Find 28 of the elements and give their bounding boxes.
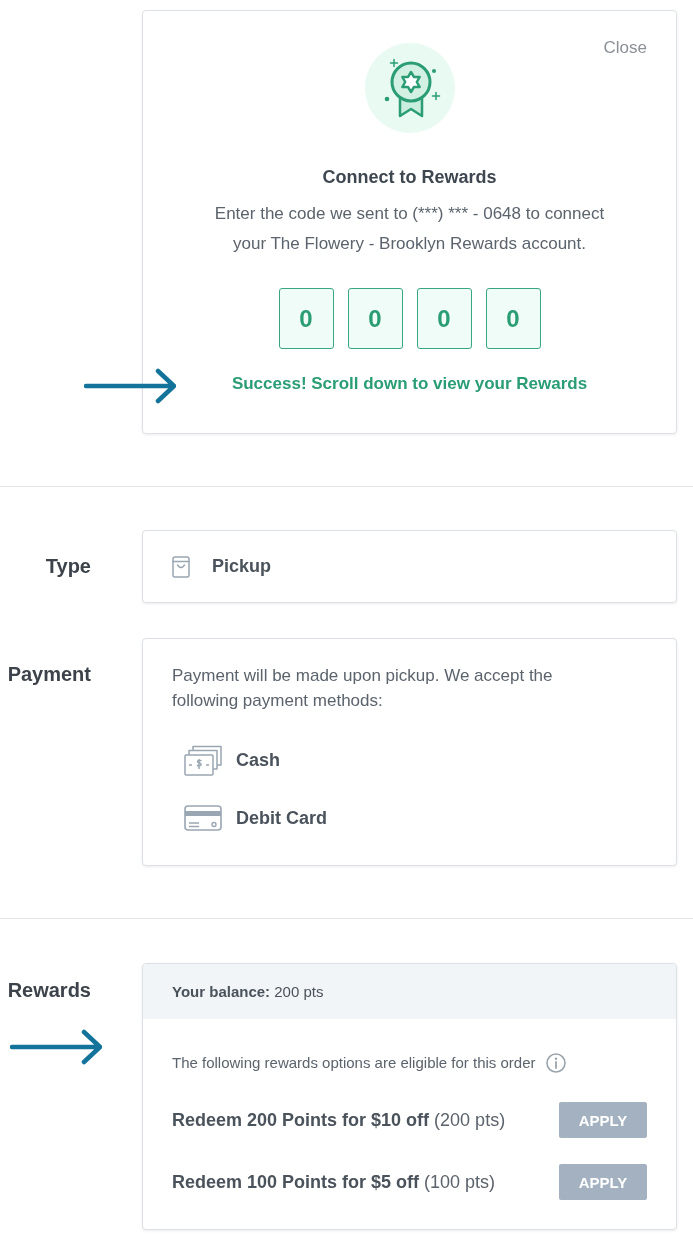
right-arrow-icon <box>84 368 176 404</box>
payment-method-label: Debit Card <box>236 807 327 829</box>
award-medal-icon <box>364 43 455 133</box>
cash-bills-icon <box>184 744 222 776</box>
payment-note: Payment will be made upon pickup. We accept the following payment methods: <box>172 665 554 712</box>
code-digit-field[interactable]: 0 <box>416 288 472 349</box>
modal-title: Connect to Rewards <box>322 166 497 188</box>
info-icon[interactable] <box>545 1053 566 1073</box>
section-label: Type <box>45 554 91 578</box>
code-digit-field[interactable]: 0 <box>347 288 403 349</box>
order-type-value: Pickup <box>212 556 272 577</box>
success-message: Success! Scroll down to view your Rewards <box>231 373 588 395</box>
right-arrow-icon <box>10 1029 102 1065</box>
reward-option-text: Redeem 100 Points for $5 off (100 pts) <box>172 1171 496 1193</box>
section-label: Rewards <box>7 978 91 1002</box>
code-digit-field[interactable]: 0 <box>278 288 334 349</box>
balance-text: Your balance: 200 pts <box>172 983 324 1000</box>
reward-option-text: Redeem 200 Points for $10 off (200 pts) <box>172 1109 506 1131</box>
payment-method-label: Cash <box>236 749 280 771</box>
eligibility-note: The following rewards options are eligible for this order <box>172 1053 536 1073</box>
apply-button[interactable]: APPLY <box>559 1164 647 1200</box>
apply-button[interactable]: APPLY <box>559 1102 647 1138</box>
modal-message: Enter the code we sent to (***) *** - 0648 to connect your The Flowery - Brooklyn Rewards account. <box>213 203 606 255</box>
shopping-bag-icon <box>172 555 190 578</box>
close-button[interactable]: Close <box>603 38 647 58</box>
code-digit-field[interactable]: 0 <box>485 288 541 349</box>
credit-card-icon <box>184 805 222 831</box>
section-label: Payment <box>7 662 91 686</box>
